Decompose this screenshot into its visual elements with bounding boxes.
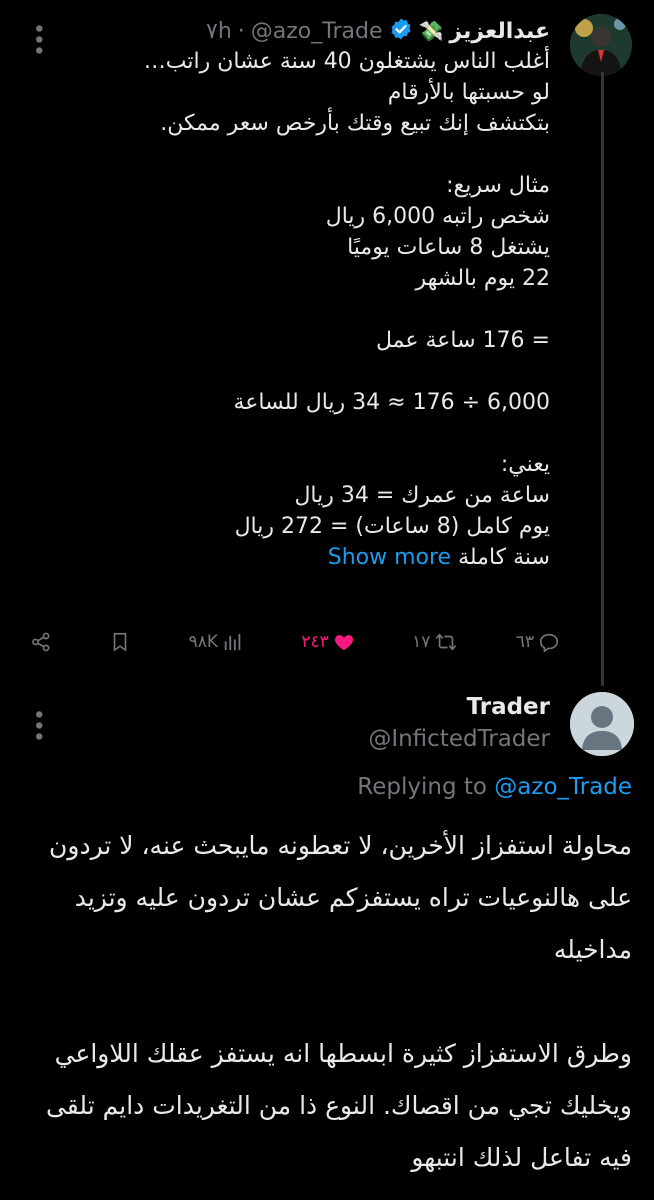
share-icon	[32, 632, 50, 652]
user-handle[interactable]: @azo_Trade	[251, 19, 383, 44]
replying-to-handle-link[interactable]: @azo_Trade	[494, 774, 632, 800]
retweet-icon	[436, 633, 457, 651]
views-chart-icon	[224, 633, 241, 651]
tweet-time[interactable]: ٧h	[206, 19, 232, 44]
views-button[interactable]: ٩٨K	[189, 631, 244, 653]
reply-body: محاولة استفزاز الأخرين، لا تعطونه مايبحث…	[45, 831, 632, 1172]
heart-filled-icon	[334, 635, 353, 651]
user-handle[interactable]: @InfictedTrader	[368, 726, 550, 752]
reply-button[interactable]: ٦٣	[516, 631, 560, 653]
replying-to-label: Replying to	[357, 774, 487, 800]
replying-to: Replying to @azo_Trade	[357, 774, 632, 800]
bookmark-button[interactable]	[109, 631, 131, 653]
views-count: ٩٨K	[188, 632, 219, 652]
avatar[interactable]	[570, 14, 632, 76]
avatar[interactable]	[570, 692, 634, 756]
display-name[interactable]: عبدالعزيز	[449, 19, 550, 44]
tweet-header: ٧h · @azo_Trade 💸 عبدالعزيز	[206, 14, 550, 48]
reply-bubble-icon	[539, 633, 559, 652]
like-button[interactable]: ٢٤٣	[301, 631, 354, 653]
share-button[interactable]	[30, 631, 52, 653]
display-name[interactable]: Trader	[467, 694, 550, 720]
avatar-image	[570, 14, 632, 76]
header-separator: ·	[237, 18, 245, 44]
thread-connector-line	[601, 72, 604, 686]
verified-icon	[389, 17, 413, 45]
retweet-count: ١٧	[412, 632, 431, 652]
more-options-icon[interactable]: •••	[25, 708, 50, 741]
default-avatar-icon	[570, 692, 634, 756]
emoji-badge: 💸	[418, 19, 444, 43]
bookmark-icon	[114, 632, 127, 652]
tweet-body: أغلب الناس يشتغلون 40 سنة عشان راتب… لو …	[30, 46, 550, 573]
retweet-button[interactable]: ١٧	[412, 631, 458, 653]
show-more-link[interactable]: Show more	[328, 545, 451, 570]
tweet-text: أغلب الناس يشتغلون 40 سنة عشان راتب… لو …	[143, 49, 550, 570]
tweet-actions: ٩٨K ٢٤٣ ١٧ ٦٣	[30, 620, 560, 664]
reply-count: ٦٣	[515, 632, 534, 652]
like-count: ٢٤٣	[301, 632, 329, 652]
